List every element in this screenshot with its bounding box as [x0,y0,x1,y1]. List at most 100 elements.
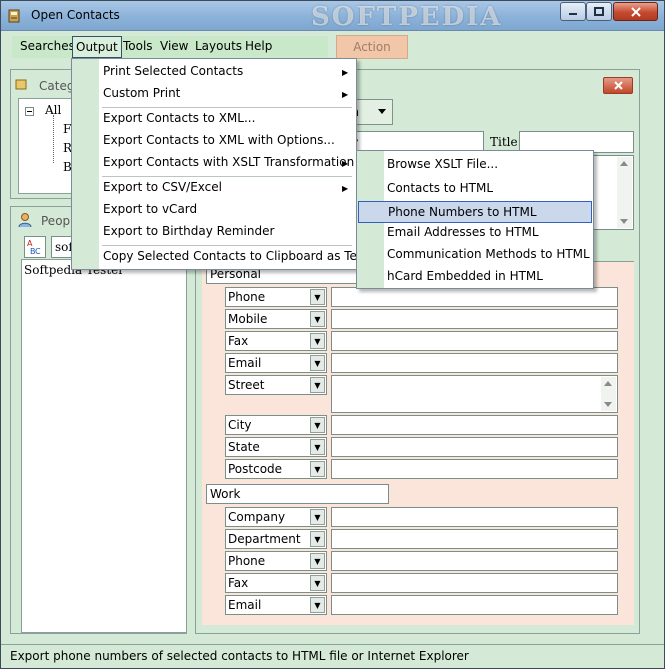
dropdown-arrow-icon[interactable]: ▼ [310,289,325,305]
status-text: Export phone numbers of selected contact… [10,649,469,663]
menu-searches[interactable]: Searches [20,39,75,53]
field-value-input[interactable] [331,573,618,593]
people-header: Peopl [41,214,74,228]
window-title: Open Contacts [31,8,120,22]
field-type-combo[interactable]: Postcode ▼ [225,459,327,479]
submenu-item-hcard-html[interactable]: hCard Embedded in HTML [387,266,543,288]
menu-help[interactable]: Help [245,39,272,53]
field-value-input[interactable] [331,437,618,457]
scroll-down-icon[interactable] [604,402,612,407]
submenu-arrow-icon: ▶ [342,68,349,77]
scroll-down-icon[interactable] [620,219,628,224]
field-value-input[interactable] [331,459,618,479]
dropdown-arrow-icon[interactable]: ▼ [310,311,325,327]
minimize-icon [569,12,577,15]
submenu-item-phone-numbers-html[interactable]: Phone Numbers to HTML [358,201,592,223]
close-button[interactable] [613,2,658,21]
close-icon [613,81,623,90]
chevron-down-icon [378,109,386,114]
minimize-button[interactable] [560,2,586,21]
menu-item-export-vcard[interactable]: Export to vCard [103,199,197,221]
street-value-input[interactable] [331,375,618,413]
field-type-label: Street [228,378,265,392]
contacts-book-icon [8,9,20,23]
notes-field[interactable] [591,155,634,230]
svg-text:C: C [35,247,41,256]
menu-item-custom-print[interactable]: Custom Print [103,83,180,105]
field-value-input[interactable] [331,551,618,571]
menu-item-copy-clipboard[interactable]: Copy Selected Contacts to Clipboard as T… [103,246,369,268]
field-type-combo[interactable]: Street ▼ [225,375,327,395]
field-type-combo[interactable]: Phone ▼ [225,287,327,307]
collapse-icon[interactable] [25,107,35,117]
close-icon [630,6,641,17]
dropdown-arrow-icon[interactable]: ▼ [310,597,325,613]
menu-view[interactable]: View [160,39,188,53]
street-scrollbar[interactable] [601,377,616,411]
field-type-label: Phone [228,554,266,568]
field-type-combo[interactable]: Phone ▼ [225,551,327,571]
field-type-combo[interactable]: Email ▼ [225,595,327,615]
scroll-up-icon[interactable] [620,161,628,166]
people-list[interactable]: Softpedia Tester [21,259,187,633]
field-value-input[interactable] [331,595,618,615]
dropdown-arrow-icon[interactable]: ▼ [310,531,325,547]
title-bar[interactable]: Open Contacts SOFTPEDIA [1,1,664,32]
menu-layouts[interactable]: Layouts [195,39,242,53]
notes-scrollbar[interactable] [617,157,632,228]
menu-item-export-birthday[interactable]: Export to Birthday Reminder [103,221,274,243]
submenu-item-communication-html[interactable]: Communication Methods to HTML [387,244,590,266]
svg-text:B: B [30,247,36,256]
field-type-combo[interactable]: Fax ▼ [225,331,327,351]
field-type-label: Postcode [228,462,283,476]
menu-item-export-xml-options[interactable]: Export Contacts to XML with Options... [103,130,335,152]
status-bar: Export phone numbers of selected contact… [1,644,664,668]
pane-close-button[interactable] [603,77,633,94]
xslt-submenu: Browse XSLT File... Contacts to HTML Pho… [356,150,594,289]
dropdown-arrow-icon[interactable]: ▼ [310,355,325,371]
field-value-input[interactable] [331,331,618,351]
sort-button[interactable]: A C B [24,236,46,258]
dropdown-arrow-icon[interactable]: ▼ [310,509,325,525]
field-value-input[interactable] [331,353,618,373]
scroll-up-icon[interactable] [604,381,612,386]
submenu-arrow-icon: ▶ [342,184,349,193]
submenu-item-email-html[interactable]: Email Addresses to HTML [387,222,539,244]
field-type-combo[interactable]: Department ▼ [225,529,327,549]
menu-item-export-xml[interactable]: Export Contacts to XML... [103,108,255,130]
menu-item-export-xslt[interactable]: Export Contacts with XSLT Transformation [103,152,354,174]
field-type-label: Fax [228,576,249,590]
dropdown-arrow-icon[interactable]: ▼ [310,553,325,569]
field-value-input[interactable] [331,529,618,549]
action-button[interactable]: Action [336,35,408,59]
field-value-input[interactable] [331,309,618,329]
submenu-item-contacts-html[interactable]: Contacts to HTML [387,178,493,200]
menu-item-export-csv[interactable]: Export to CSV/Excel [103,177,222,199]
field-value-input[interactable] [331,287,618,307]
field-type-combo[interactable]: Company ▼ [225,507,327,527]
menu-tools[interactable]: Tools [123,39,153,53]
menu-output[interactable]: Output [72,36,122,58]
dropdown-arrow-icon[interactable]: ▼ [310,333,325,349]
field-type-combo[interactable]: City ▼ [225,415,327,435]
field-type-combo[interactable]: Mobile ▼ [225,309,327,329]
dropdown-arrow-icon[interactable]: ▼ [310,439,325,455]
dropdown-arrow-icon[interactable]: ▼ [310,575,325,591]
field-type-label: Phone [228,290,266,304]
field-type-combo[interactable]: Email ▼ [225,353,327,373]
field-type-label: Department [228,532,301,546]
field-value-input[interactable] [331,507,618,527]
field-type-combo[interactable]: State ▼ [225,437,327,457]
submenu-item-browse-xslt[interactable]: Browse XSLT File... [387,154,498,176]
dropdown-arrow-icon[interactable]: ▼ [310,377,325,393]
people-panel: Peopl A C B sof Softpedia Tester [10,206,187,634]
field-type-combo[interactable]: Fax ▼ [225,573,327,593]
menu-item-print-selected[interactable]: Print Selected Contacts [103,61,243,83]
dropdown-arrow-icon[interactable]: ▼ [310,461,325,477]
maximize-button[interactable] [586,2,612,21]
people-icon [18,213,32,228]
dropdown-arrow-icon[interactable]: ▼ [310,417,325,433]
field-value-input[interactable] [331,415,618,435]
field-type-label: Mobile [228,312,268,326]
field-type-label: State [228,440,260,454]
